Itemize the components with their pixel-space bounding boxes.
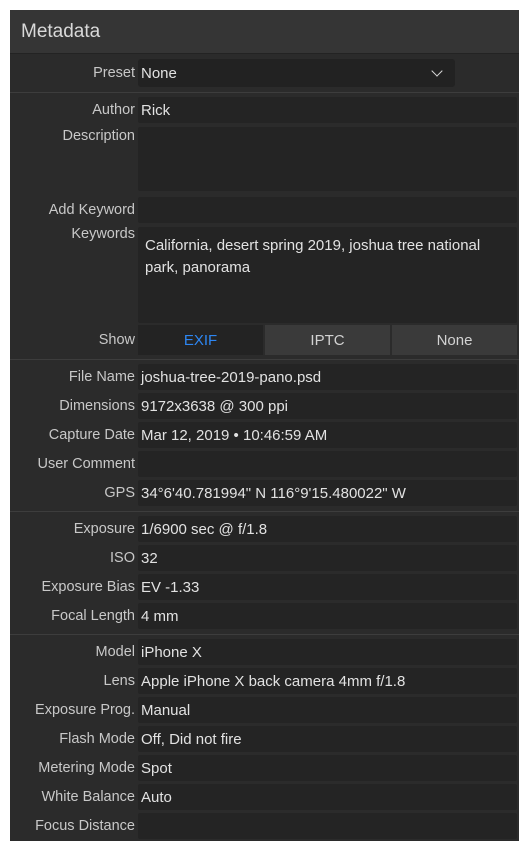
author-field[interactable]: Rick [138, 97, 517, 123]
file-name-value[interactable]: joshua-tree-2019-pano.psd [138, 364, 517, 390]
focal-length-label: Focal Length [51, 607, 135, 624]
preset-value: None [141, 64, 177, 82]
table-row: Focal Length 4 mm [10, 601, 519, 630]
add-keyword-label: Add Keyword [48, 201, 135, 218]
preset-dropdown[interactable]: None [138, 59, 455, 87]
metering-mode-label: Metering Mode [38, 759, 135, 776]
model-label: Model [95, 643, 136, 660]
file-name-label: File Name [68, 368, 135, 385]
table-row: Lens Apple iPhone X back camera 4mm f/1.… [10, 666, 519, 695]
author-label: Author [92, 101, 135, 118]
show-tabs: EXIF IPTC None [138, 325, 517, 355]
focus-distance-value[interactable] [138, 813, 517, 839]
exposure-bias-value[interactable]: EV -1.33 [138, 574, 517, 600]
table-row: Model iPhone X [10, 637, 519, 666]
lens-label: Lens [103, 672, 135, 689]
table-row: User Comment [10, 449, 519, 478]
metadata-panel: Metadata Preset None Author Rick Descrip… [10, 10, 519, 841]
exposure-prog-label: Exposure Prog. [35, 701, 135, 718]
iso-label: ISO [110, 549, 135, 566]
focal-length-value[interactable]: 4 mm [138, 603, 517, 629]
add-keyword-input[interactable] [138, 197, 517, 223]
user-comment-value[interactable] [138, 451, 517, 477]
model-value[interactable]: iPhone X [138, 639, 517, 665]
exposure-bias-label: Exposure Bias [41, 578, 136, 595]
dimensions-label: Dimensions [59, 397, 135, 414]
divider [10, 359, 519, 360]
capture-date-label: Capture Date [48, 426, 135, 443]
panel-title: Metadata [21, 20, 101, 42]
author-row: Author Rick [10, 95, 519, 124]
exposure-value[interactable]: 1/6900 sec @ f/1.8 [138, 516, 517, 542]
white-balance-label: White Balance [41, 788, 136, 805]
description-field[interactable] [138, 127, 517, 191]
exposure-label: Exposure [73, 520, 135, 537]
metering-mode-value[interactable]: Spot [138, 755, 517, 781]
table-row: White Balance Auto [10, 782, 519, 811]
exposure-info-section: Exposure 1/6900 sec @ f/1.8 ISO 32 Expos… [10, 514, 519, 630]
divider [10, 634, 519, 635]
table-row: Capture Date Mar 12, 2019 • 10:46:59 AM [10, 420, 519, 449]
iso-value[interactable]: 32 [138, 545, 517, 571]
add-keyword-row: Add Keyword [10, 195, 519, 224]
user-comment-label: User Comment [37, 455, 136, 472]
table-row: Focus Distance [10, 811, 519, 840]
table-row: File Name joshua-tree-2019-pano.psd [10, 362, 519, 391]
keywords-row: Keywords California, desert spring 2019,… [10, 224, 519, 325]
keywords-label: Keywords [71, 226, 135, 242]
gps-value[interactable]: 34°6'40.781994" N 116°9'15.480022" W [138, 480, 517, 506]
focus-distance-label: Focus Distance [35, 817, 135, 834]
lens-value[interactable]: Apple iPhone X back camera 4mm f/1.8 [138, 668, 517, 694]
table-row: GPS 34°6'40.781994" N 116°9'15.480022" W [10, 478, 519, 507]
description-label: Description [62, 128, 135, 144]
tab-exif[interactable]: EXIF [138, 325, 263, 355]
white-balance-value[interactable]: Auto [138, 784, 517, 810]
dimensions-value[interactable]: 9172x3638 @ 300 ppi [138, 393, 517, 419]
tab-iptc[interactable]: IPTC [265, 325, 390, 355]
chevron-down-icon [431, 65, 443, 77]
flash-mode-value[interactable]: Off, Did not fire [138, 726, 517, 752]
camera-info-section: Model iPhone X Lens Apple iPhone X back … [10, 637, 519, 840]
divider [10, 92, 519, 93]
show-row: Show EXIF IPTC None [10, 325, 519, 355]
panel-header[interactable]: Metadata [10, 10, 519, 54]
table-row: Flash Mode Off, Did not fire [10, 724, 519, 753]
table-row: Exposure Bias EV -1.33 [10, 572, 519, 601]
show-label: Show [98, 332, 135, 348]
table-row: Dimensions 9172x3638 @ 300 ppi [10, 391, 519, 420]
table-row: Metering Mode Spot [10, 753, 519, 782]
file-info-section: File Name joshua-tree-2019-pano.psd Dime… [10, 362, 519, 507]
flash-mode-label: Flash Mode [59, 730, 135, 747]
table-row: Exposure 1/6900 sec @ f/1.8 [10, 514, 519, 543]
preset-row: Preset None [10, 54, 519, 92]
capture-date-value[interactable]: Mar 12, 2019 • 10:46:59 AM [138, 422, 517, 448]
gps-label: GPS [104, 484, 135, 501]
divider [10, 511, 519, 512]
preset-label: Preset [93, 65, 135, 81]
keywords-field[interactable]: California, desert spring 2019, joshua t… [138, 227, 517, 323]
table-row: Exposure Prog. Manual [10, 695, 519, 724]
exposure-prog-value[interactable]: Manual [138, 697, 517, 723]
description-row: Description [10, 124, 519, 195]
tab-none[interactable]: None [392, 325, 517, 355]
table-row: ISO 32 [10, 543, 519, 572]
